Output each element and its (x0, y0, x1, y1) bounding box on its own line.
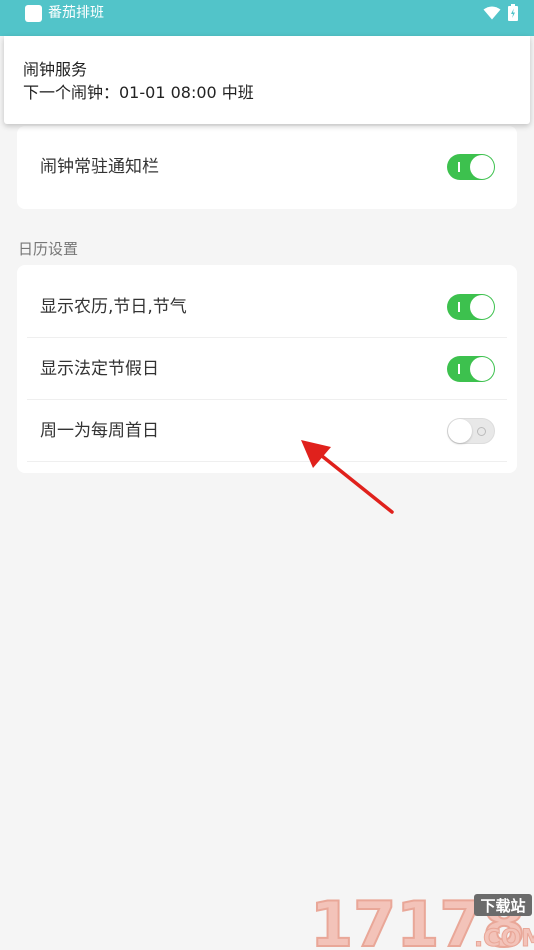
toggle-knob (470, 155, 494, 179)
watermark-badge: 下载站 (480, 897, 525, 915)
setting-label: 显示法定节假日 (40, 359, 159, 379)
setting-label: 周一为每周首日 (40, 421, 159, 441)
watermark-logo: 17178 下载站 .COM (309, 888, 534, 950)
notification-body: 下一个闹钟：01-01 08:00 中班 (23, 83, 254, 102)
alarm-notification[interactable]: 闹钟服务 下一个闹钟：01-01 08:00 中班 (4, 36, 530, 124)
lunar-calendar-toggle[interactable] (447, 294, 495, 320)
toggle-on-mark (458, 302, 460, 312)
toggle-knob (448, 419, 472, 443)
calendar-settings-card: 显示农历,节日,节气 显示法定节假日 周一为每周首日 (17, 265, 517, 473)
row-divider (27, 461, 507, 462)
toggle-off-mark (477, 427, 486, 436)
toggle-knob (470, 295, 494, 319)
calendar-settings-section-title: 日历设置 (18, 240, 79, 258)
toggle-on-mark (458, 364, 460, 374)
setting-label: 显示农历,节日,节气 (40, 297, 187, 317)
toggle-knob (470, 357, 494, 381)
setting-row-legal-holidays[interactable]: 显示法定节假日 (17, 338, 517, 400)
setting-row-lunar-calendar[interactable]: 显示农历,节日,节气 (17, 276, 517, 338)
setting-row-monday-first[interactable]: 周一为每周首日 (17, 400, 517, 462)
wifi-icon (483, 6, 501, 20)
app-icon (25, 5, 42, 22)
red-arrow-icon (301, 440, 394, 514)
legal-holidays-toggle[interactable] (447, 356, 495, 382)
setting-row-alarm-notification[interactable]: 闹钟常驻通知栏 (17, 136, 517, 198)
setting-label: 闹钟常驻通知栏 (40, 157, 159, 177)
battery-icon (508, 4, 518, 21)
monday-first-toggle[interactable] (447, 418, 495, 444)
status-bar: 番茄排班 (0, 0, 534, 36)
alarm-notification-toggle[interactable] (447, 154, 495, 180)
notification-title: 闹钟服务 (23, 60, 88, 79)
watermark-suffix: .COM (474, 924, 534, 950)
status-bar-app-name: 番茄排班 (48, 5, 104, 21)
alarm-settings-card: 闹钟常驻通知栏 (17, 126, 517, 209)
toggle-on-mark (458, 162, 460, 172)
